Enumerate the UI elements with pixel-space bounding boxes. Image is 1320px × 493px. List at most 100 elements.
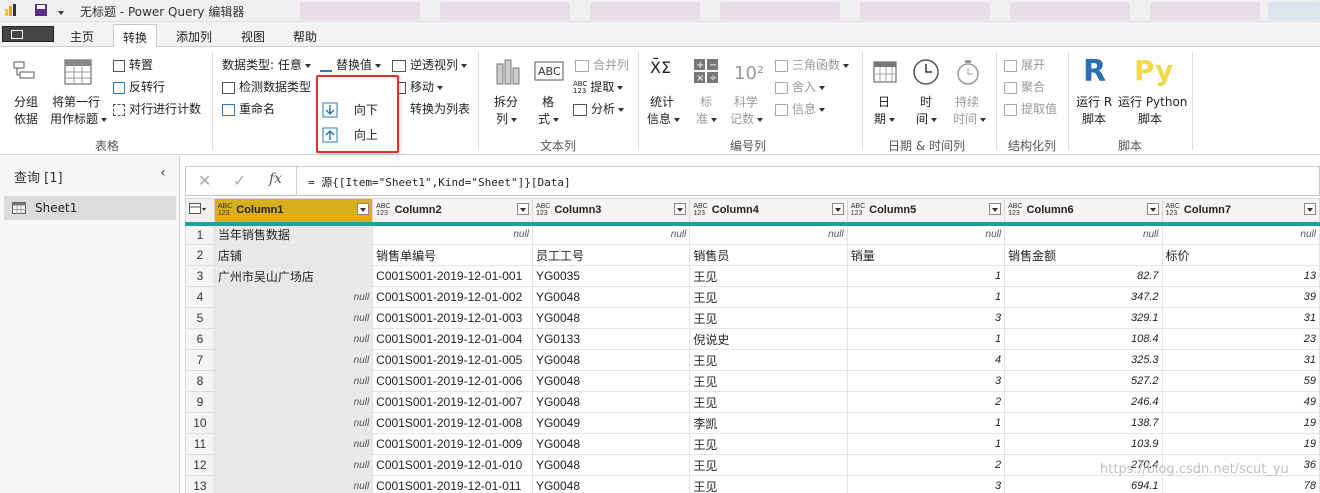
row-number[interactable]: 8 <box>185 370 215 392</box>
rename-button[interactable]: 重命名 <box>222 100 275 117</box>
table-cell[interactable]: 59 <box>1161 370 1320 392</box>
row-number[interactable]: 11 <box>185 433 215 455</box>
tab-add-column[interactable]: 添加列 <box>176 28 212 45</box>
column-filter-dropdown[interactable] <box>1146 203 1159 215</box>
column-header[interactable]: ABC 123 Column4 <box>689 198 848 226</box>
table-row[interactable]: 2 店铺 销售单编号 员工工号 销售员 销量 销售金额 标价 <box>185 244 1320 266</box>
table-cell[interactable]: 49 <box>1161 391 1320 413</box>
cancel-icon[interactable]: ✕ <box>198 171 211 190</box>
table-cell[interactable]: 王见 <box>689 265 848 287</box>
any-type-icon[interactable]: ABC 123 <box>693 203 707 217</box>
table-cell[interactable]: 31 <box>1161 307 1320 329</box>
table-cell[interactable]: C001S001-2019-12-01-001 <box>372 265 533 287</box>
column-header[interactable]: ABC 123 Column1 <box>213 198 374 226</box>
table-cell[interactable]: YG0133 <box>531 328 691 350</box>
table-cell[interactable]: 员工工号 <box>531 244 691 266</box>
table-cell[interactable]: 1 <box>846 286 1006 308</box>
table-cell[interactable]: 82.7 <box>1004 265 1163 287</box>
column-filter-dropdown[interactable] <box>1304 203 1316 215</box>
table-cell[interactable]: null <box>372 223 533 245</box>
table-cell[interactable]: 广州市吴山广场店 <box>213 265 374 287</box>
table-cell[interactable]: null <box>213 328 374 350</box>
table-cell[interactable]: 13 <box>1161 265 1320 287</box>
table-row[interactable]: 6 null C001S001-2019-12-01-004 YG0133 倪说史 1 10… <box>185 328 1320 350</box>
table-cell[interactable]: 李凯 <box>689 412 848 434</box>
tab-view[interactable]: 视图 <box>241 28 265 45</box>
rounding-button[interactable]: 舍入 <box>775 78 826 95</box>
column-filter-dropdown[interactable] <box>831 203 844 215</box>
time-label-2[interactable]: 间 <box>916 110 938 127</box>
row-number[interactable]: 13 <box>185 475 215 493</box>
column-header[interactable]: ABC 123 Column5 <box>846 198 1006 226</box>
row-number[interactable]: 7 <box>185 349 215 371</box>
table-cell[interactable]: YG0048 <box>531 286 691 308</box>
date-label-1[interactable]: 日 <box>878 93 890 110</box>
duration-label-2[interactable]: 时间 <box>953 110 987 127</box>
table-cell[interactable]: 347.2 <box>1004 286 1163 308</box>
table-cell[interactable]: null <box>846 223 1006 245</box>
table-row[interactable]: 4 null C001S001-2019-12-01-002 YG0048 王见 1 347… <box>185 286 1320 308</box>
table-row[interactable]: 11 null C001S001-2019-12-01-009 YG0048 王见 1 10… <box>185 433 1320 455</box>
table-cell[interactable]: null <box>213 349 374 371</box>
table-cell[interactable]: 王见 <box>689 286 848 308</box>
table-cell[interactable]: 销售员 <box>689 244 848 266</box>
merge-columns-button[interactable]: 合并列 <box>575 56 629 73</box>
table-cell[interactable]: 3 <box>846 475 1006 493</box>
table-cell[interactable]: 78 <box>1161 475 1320 493</box>
row-number[interactable]: 3 <box>185 265 215 287</box>
column-header[interactable]: ABC 123 Column7 <box>1161 198 1320 226</box>
row-number[interactable]: 1 <box>185 223 215 245</box>
scientific-label-2[interactable]: 记数 <box>730 110 764 127</box>
table-row[interactable]: 1 当年销售数据 null null null null null null <box>185 223 1320 245</box>
expand-button[interactable]: 展开 <box>1004 56 1045 73</box>
first-row-label-2[interactable]: 用作标题 <box>50 110 108 127</box>
table-row[interactable]: 3 广州市吴山广场店 C001S001-2019-12-01-001 YG0035 王见… <box>185 265 1320 287</box>
standard-label-2[interactable]: 准 <box>696 110 718 127</box>
table-cell[interactable]: C001S001-2019-12-01-003 <box>372 307 533 329</box>
table-cell[interactable]: 138.7 <box>1004 412 1163 434</box>
table-cell[interactable]: 19 <box>1161 412 1320 434</box>
table-row[interactable]: 10 null C001S001-2019-12-01-008 YG0049 李凯 1 13… <box>185 412 1320 434</box>
column-filter-dropdown[interactable] <box>989 203 1002 215</box>
column-filter-dropdown[interactable] <box>674 203 687 215</box>
table-row[interactable]: 13 null C001S001-2019-12-01-011 YG0048 王见 3 69… <box>185 475 1320 493</box>
table-cell[interactable]: 王见 <box>689 433 848 455</box>
reverse-rows-button[interactable]: 反转行 <box>113 78 165 95</box>
table-cell[interactable]: null <box>213 286 374 308</box>
table-cell[interactable]: YG0048 <box>531 454 691 476</box>
transpose-button[interactable]: 转置 <box>113 56 153 73</box>
table-cell[interactable]: 标价 <box>1161 244 1320 266</box>
statistics-label-1[interactable]: 统计 <box>650 93 674 110</box>
table-cell[interactable]: 39 <box>1161 286 1320 308</box>
table-cell[interactable]: 销售单编号 <box>372 244 533 266</box>
file-menu-button[interactable] <box>2 26 54 42</box>
table-cell[interactable]: 3 <box>846 307 1006 329</box>
statistics-label-2[interactable]: 信息 <box>647 110 681 127</box>
formula-input[interactable]: = 源{[Item="Sheet1",Kind="Sheet"]}[Data] <box>308 174 571 190</box>
table-cell[interactable]: null <box>1161 223 1320 245</box>
table-cell[interactable]: 103.9 <box>1004 433 1163 455</box>
table-cell[interactable]: 694.1 <box>1004 475 1163 493</box>
row-number[interactable]: 2 <box>185 244 215 266</box>
split-column-label-2[interactable]: 列 <box>496 110 518 127</box>
duration-label-1[interactable]: 持续 <box>955 93 979 110</box>
table-cell[interactable]: 王见 <box>689 454 848 476</box>
save-icon[interactable] <box>34 3 48 17</box>
table-cell[interactable]: null <box>1004 223 1163 245</box>
table-cell[interactable]: null <box>213 454 374 476</box>
column-header[interactable]: ABC 123 Column3 <box>531 198 691 226</box>
table-cell[interactable]: 108.4 <box>1004 328 1163 350</box>
run-r-label-1[interactable]: 运行 R <box>1076 93 1112 110</box>
table-cell[interactable]: C001S001-2019-12-01-007 <box>372 391 533 413</box>
aggregate-button[interactable]: 聚合 <box>1004 78 1045 95</box>
table-cell[interactable]: 527.2 <box>1004 370 1163 392</box>
first-row-label-1[interactable]: 将第一行 <box>52 93 100 110</box>
data-type-dropdown[interactable]: 数据类型: 任意 <box>222 56 311 73</box>
table-cell[interactable]: 王见 <box>689 475 848 493</box>
table-row[interactable]: 7 null C001S001-2019-12-01-005 YG0048 王见 4 325… <box>185 349 1320 371</box>
detect-type-button[interactable]: 检测数据类型 <box>222 78 311 95</box>
table-cell[interactable]: YG0048 <box>531 475 691 493</box>
table-cell[interactable]: 23 <box>1161 328 1320 350</box>
column-header[interactable]: ABC 123 Column6 <box>1004 198 1163 226</box>
any-type-icon[interactable]: ABC 123 <box>536 203 550 217</box>
